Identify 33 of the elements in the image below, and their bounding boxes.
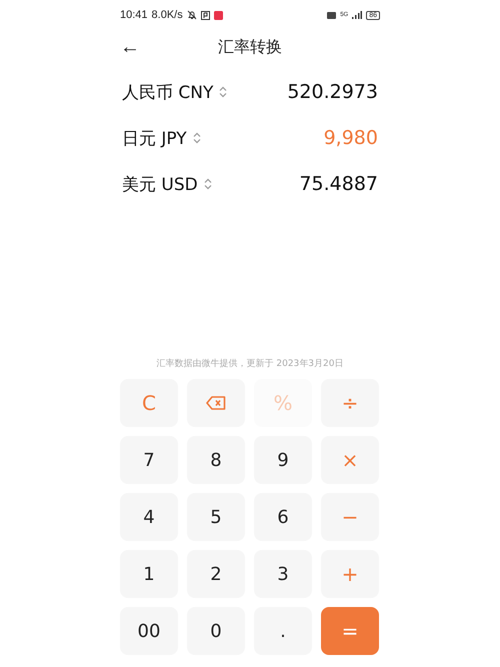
digit-key[interactable]: 6 bbox=[254, 493, 312, 541]
status-time: 10:41 bbox=[120, 9, 148, 21]
currency-amount: 9,980 bbox=[324, 127, 379, 149]
app-icon bbox=[200, 10, 210, 20]
page-title: 汇率转换 bbox=[218, 36, 282, 58]
sort-icon bbox=[219, 86, 228, 98]
muted-bell-icon bbox=[186, 10, 197, 20]
digit-key[interactable]: 5 bbox=[187, 493, 245, 541]
data-source-note: 汇率数据由微牛提供，更新于 2023年3月20日 bbox=[156, 358, 344, 370]
digit-key[interactable]: . bbox=[254, 607, 312, 655]
currency-selector[interactable]: 日元 JPY bbox=[120, 126, 201, 150]
digit-key[interactable]: 9 bbox=[254, 436, 312, 484]
back-button[interactable]: ← bbox=[120, 36, 140, 58]
app-icon bbox=[214, 10, 223, 20]
signal-icon bbox=[352, 11, 362, 19]
digit-key[interactable]: 3 bbox=[254, 550, 312, 598]
sort-icon bbox=[204, 178, 212, 190]
digit-key[interactable]: 0 bbox=[187, 607, 245, 655]
digit-key[interactable]: 00 bbox=[120, 607, 178, 655]
backspace-icon bbox=[206, 396, 226, 410]
currency-selector[interactable]: 美元 USD bbox=[120, 172, 212, 196]
network-speed: 8.0K/s bbox=[152, 9, 183, 21]
currency-selector[interactable]: 人民币 CNY bbox=[120, 80, 228, 104]
digit-key[interactable]: 1 bbox=[120, 550, 178, 598]
currency-amount: 520.2973 bbox=[287, 81, 379, 103]
digit-key[interactable]: 4 bbox=[120, 493, 178, 541]
sort-icon bbox=[192, 132, 201, 144]
digit-key[interactable]: 7 bbox=[120, 436, 178, 484]
currency-amount: 75.4887 bbox=[299, 173, 379, 195]
digit-key[interactable]: 2 bbox=[187, 550, 245, 598]
backspace-key[interactable] bbox=[187, 379, 245, 427]
hd-icon bbox=[327, 12, 336, 18]
digit-key[interactable]: 8 bbox=[187, 436, 245, 484]
